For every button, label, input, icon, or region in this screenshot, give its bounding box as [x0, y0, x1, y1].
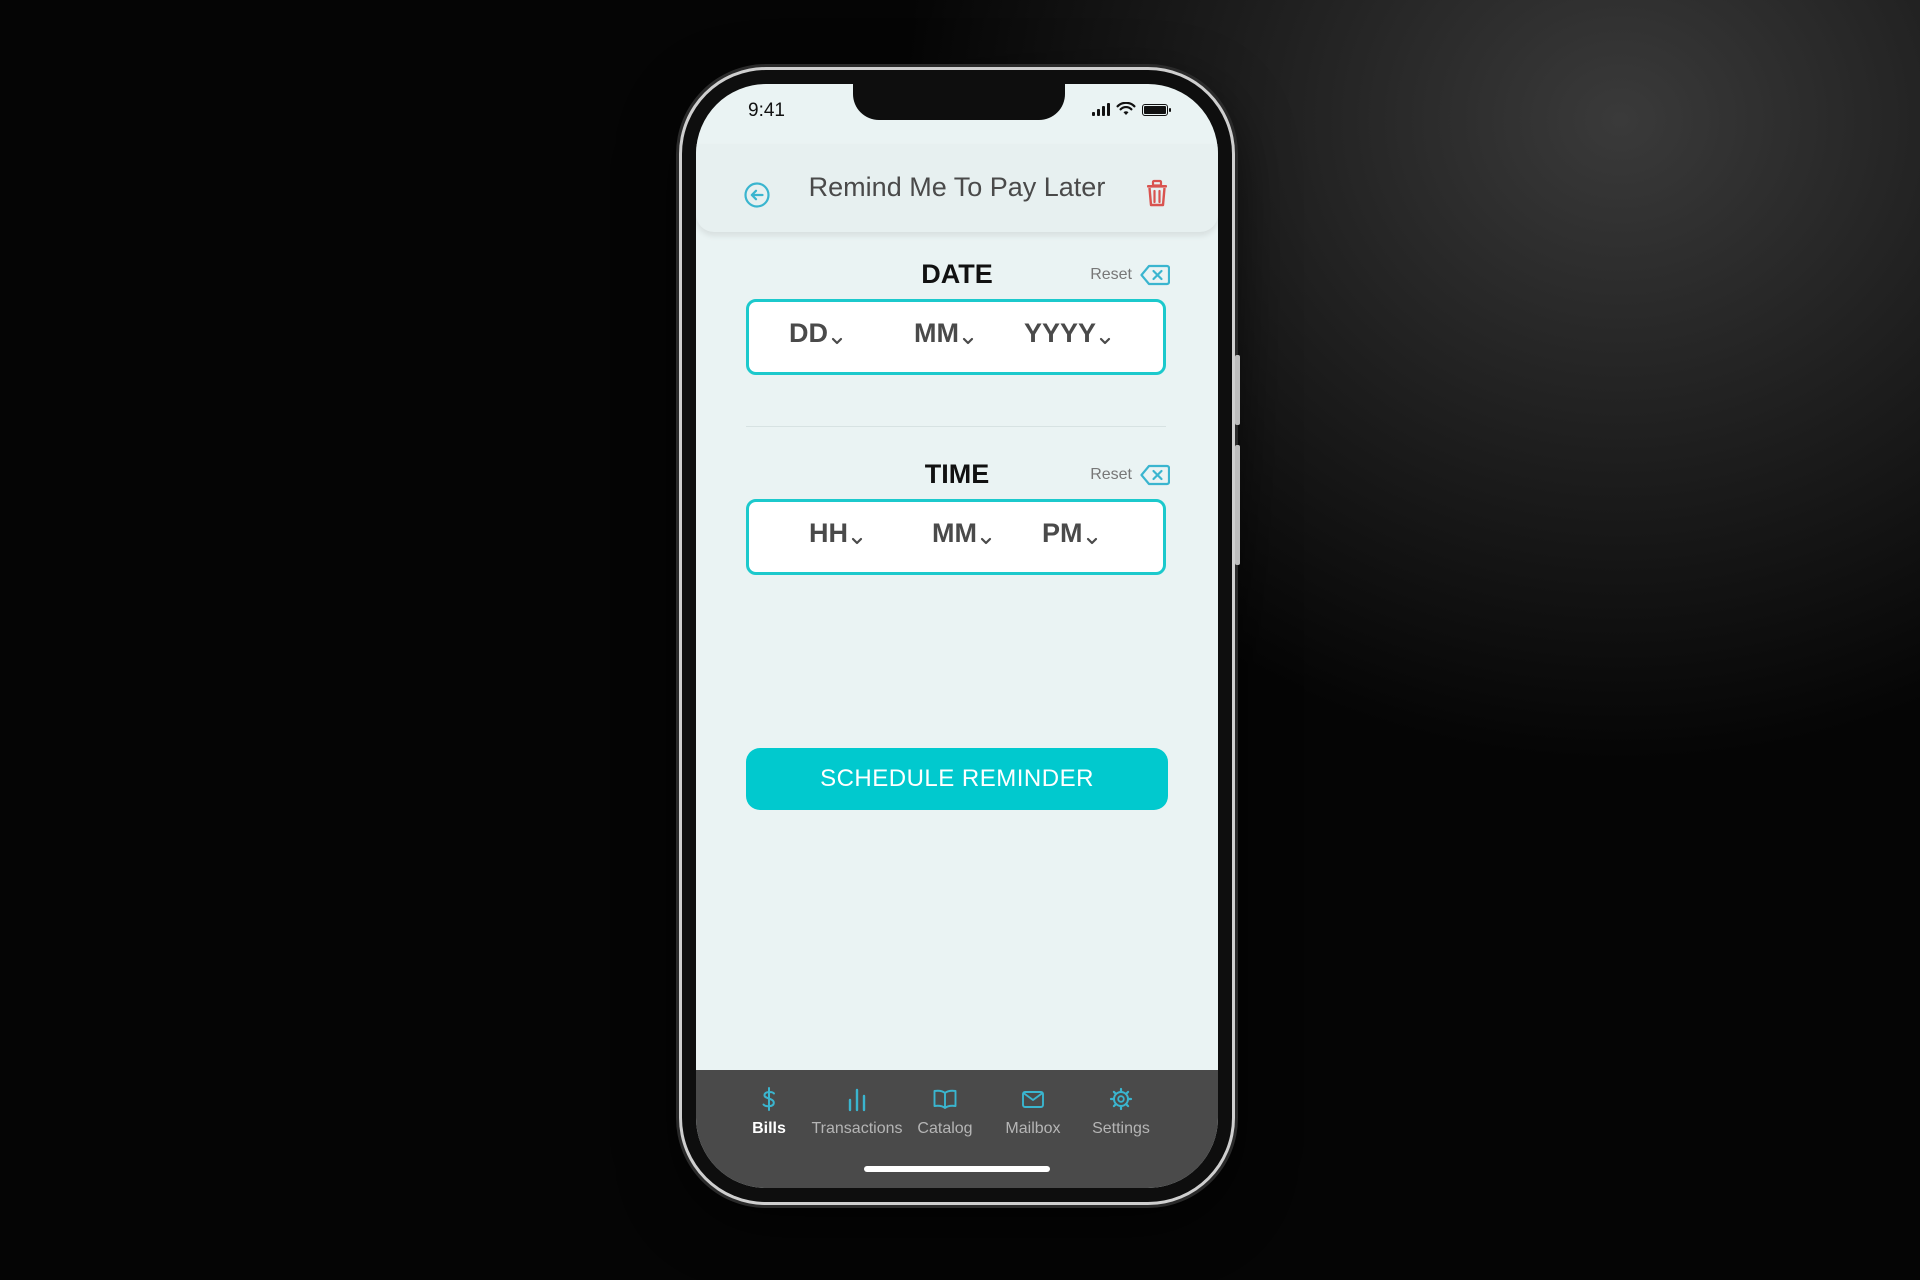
ampm-select-label: PM	[1042, 518, 1083, 548]
reset-label: Reset	[1090, 266, 1132, 283]
reset-label: Reset	[1090, 466, 1132, 483]
gear-icon	[1109, 1087, 1133, 1111]
schedule-reminder-button[interactable]: SCHEDULE REMINDER	[746, 748, 1168, 810]
year-select[interactable]: YYYY	[1024, 318, 1111, 349]
month-select-label: MM	[914, 318, 959, 348]
backspace-clear-icon	[1140, 464, 1170, 486]
minute-select-label: MM	[932, 518, 977, 548]
trash-icon[interactable]	[1144, 178, 1170, 208]
phone-side-button	[1235, 355, 1240, 425]
signal-icon	[1092, 102, 1110, 116]
tab-mailbox[interactable]: Mailbox	[983, 1086, 1083, 1138]
dollar-icon	[762, 1087, 775, 1111]
ampm-select[interactable]: PM	[1042, 518, 1098, 549]
wifi-icon	[1116, 102, 1136, 115]
book-icon	[933, 1089, 957, 1109]
mail-icon	[1022, 1091, 1044, 1108]
tab-catalog-label: Catalog	[917, 1120, 973, 1137]
page-title: Remind Me To Pay Later	[808, 172, 1106, 202]
hour-select[interactable]: HH	[809, 518, 863, 549]
phone-notch	[853, 84, 1065, 120]
minute-select[interactable]: MM	[932, 518, 992, 549]
home-indicator	[864, 1166, 1050, 1172]
app-header: Remind Me To Pay Later	[696, 144, 1218, 232]
tab-transactions[interactable]: Transactions	[807, 1086, 907, 1138]
tab-settings-label: Settings	[1092, 1120, 1150, 1137]
phone-side-button	[1235, 445, 1240, 565]
section-divider	[746, 426, 1166, 427]
chevron-down-icon	[980, 537, 992, 545]
app-screen: 9:41 Remind Me To Pay Later DATE Reset D…	[696, 84, 1218, 1188]
month-select[interactable]: MM	[914, 318, 974, 349]
hour-select-label: HH	[809, 518, 848, 548]
backspace-clear-icon	[1140, 264, 1170, 286]
battery-icon	[1142, 104, 1171, 116]
time-picker: HH MM PM	[746, 499, 1166, 575]
date-reset-button[interactable]: Reset	[1090, 264, 1170, 286]
year-select-label: YYYY	[1024, 318, 1097, 348]
date-picker: DD MM YYYY	[746, 299, 1166, 375]
phone-frame: 9:41 Remind Me To Pay Later DATE Reset D…	[682, 70, 1240, 1202]
day-select-label: DD	[789, 318, 828, 348]
tab-settings[interactable]: Settings	[1071, 1086, 1171, 1138]
day-select[interactable]: DD	[789, 318, 843, 349]
tab-mailbox-label: Mailbox	[1005, 1120, 1061, 1137]
status-icons	[1092, 102, 1171, 116]
chevron-down-icon	[1099, 337, 1111, 345]
tab-bills[interactable]: Bills	[719, 1086, 819, 1138]
chevron-down-icon	[851, 537, 863, 545]
chevron-down-icon	[962, 337, 974, 345]
time-reset-button[interactable]: Reset	[1090, 464, 1170, 486]
tab-transactions-label: Transactions	[811, 1120, 903, 1137]
tab-bills-label: Bills	[752, 1120, 786, 1137]
status-time: 9:41	[748, 100, 785, 121]
bottom-tab-bar: Bills Transactions Catalog Mailbox Setti…	[696, 1070, 1218, 1188]
tab-catalog[interactable]: Catalog	[895, 1086, 995, 1138]
chevron-down-icon	[831, 337, 843, 345]
bar-chart-icon	[848, 1088, 866, 1112]
chevron-down-icon	[1086, 537, 1097, 545]
